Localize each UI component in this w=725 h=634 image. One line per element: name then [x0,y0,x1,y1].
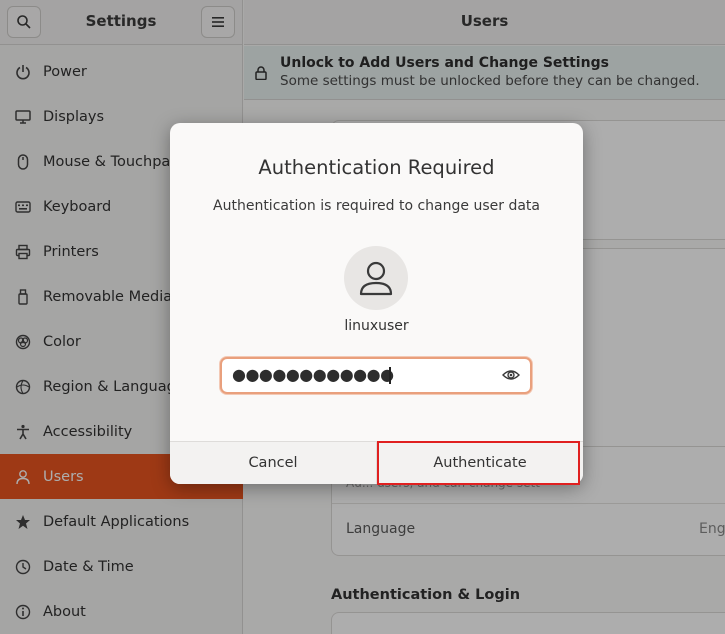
cancel-button[interactable]: Cancel [170,442,377,484]
dialog-subtitle: Authentication is required to change use… [213,198,540,214]
dialog-title: Authentication Required [258,156,495,179]
authentication-dialog: Authentication Required Authentication i… [170,123,583,484]
password-value: ●●●●●●●●●●●● [232,365,394,384]
authenticate-highlight [377,441,580,485]
password-field[interactable]: ●●●●●●●●●●●● [220,357,532,394]
avatar [344,246,408,310]
user-avatar-icon [359,261,393,296]
text-caret [389,367,391,384]
eye-icon[interactable] [502,368,520,382]
username-label: linuxuser [344,318,409,334]
